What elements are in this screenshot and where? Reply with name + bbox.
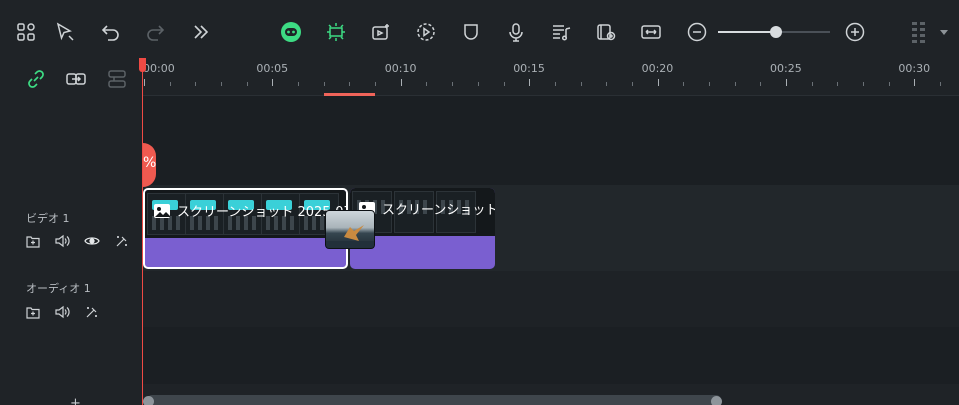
audio-track-lane	[143, 271, 959, 327]
more-chevrons-icon[interactable]	[184, 15, 218, 49]
preview-render-icon[interactable]	[589, 15, 623, 49]
marker-tab[interactable]: %	[143, 143, 156, 187]
audio-track-label: オーディオ 1	[26, 282, 91, 295]
video-track-label: ビデオ 1	[26, 212, 70, 225]
ruler-tick	[426, 82, 427, 86]
volume-icon[interactable]	[52, 231, 72, 251]
speed-ramp-icon[interactable]	[409, 15, 443, 49]
playhead-handle[interactable]	[139, 58, 146, 72]
ruler-tick	[914, 79, 915, 86]
shield-mask-icon[interactable]	[454, 15, 488, 49]
ruler-tick	[555, 82, 556, 86]
volume-icon[interactable]	[52, 302, 72, 322]
link-icon[interactable]	[23, 66, 49, 92]
add-track-button[interactable]: +	[70, 396, 81, 405]
ruler-tick	[195, 82, 196, 86]
clip-title-text: スクリーンショット...	[382, 203, 495, 218]
ruler-tick	[529, 79, 530, 86]
ai-assistant-icon[interactable]	[274, 15, 308, 49]
zoom-out-icon[interactable]	[680, 15, 714, 49]
ruler-time-label: 00:10	[384, 62, 417, 75]
layout-icon[interactable]	[9, 15, 43, 49]
ruler-tick	[221, 82, 222, 86]
ruler-tick	[889, 82, 890, 86]
add-folder-icon[interactable]	[23, 231, 43, 251]
zoom-in-icon[interactable]	[838, 15, 872, 49]
horizontal-scrollbar-thumb[interactable]	[147, 395, 721, 405]
clip-title: スクリーンショット 2025-07	[153, 201, 348, 220]
work-area-range[interactable]	[324, 93, 375, 96]
eye-icon[interactable]	[82, 231, 102, 251]
ai-video-edit-icon[interactable]	[364, 15, 398, 49]
ruler-time-label: 00:30	[898, 62, 931, 75]
ruler-tick	[247, 82, 248, 86]
ruler-time-label: 00:00	[143, 62, 175, 75]
ruler-tick	[837, 82, 838, 86]
ruler-time-label: 00:25	[770, 62, 802, 75]
ruler-time-label: 00:20	[641, 62, 674, 75]
ruler-tick	[812, 82, 813, 86]
add-folder-icon[interactable]	[23, 302, 43, 322]
timeline-ruler[interactable]: 00:00 00:05 00:10 00:15 00:20 00:25 00:30	[143, 58, 959, 96]
marker-label: %	[143, 155, 157, 171]
ruler-tick	[298, 82, 299, 86]
video-clip[interactable]: スクリーンショット 2025-07	[143, 188, 348, 269]
clip-title-text: スクリーンショット 2025-07	[177, 205, 348, 220]
select-arrow-icon[interactable]	[48, 15, 82, 49]
ruler-tick	[632, 82, 633, 86]
ruler-tick	[375, 82, 376, 86]
image-icon	[154, 203, 170, 218]
magic-wand-icon[interactable]	[112, 231, 132, 251]
fit-timeline-icon[interactable]	[634, 15, 668, 49]
ruler-tick	[683, 82, 684, 86]
ruler-tick	[324, 82, 325, 86]
ruler-tick	[709, 82, 710, 86]
ruler-tick	[478, 82, 479, 86]
ruler-tick	[940, 82, 941, 86]
clip-title: スクリーンショット...	[358, 199, 495, 218]
ruler-tick	[863, 82, 864, 86]
ruler-tick	[504, 82, 505, 86]
scrollbar-left-handle[interactable]	[143, 396, 154, 405]
zoom-slider[interactable]	[718, 26, 830, 38]
playhead[interactable]	[142, 58, 143, 405]
auto-reframe-icon[interactable]	[319, 15, 353, 49]
ruler-tick	[606, 82, 607, 86]
ruler-tick	[786, 79, 787, 86]
ruler-tick	[401, 79, 402, 86]
zoom-slider-knob[interactable]	[770, 26, 783, 38]
split-track-icon[interactable]	[104, 66, 130, 92]
ruler-time-label: 00:15	[513, 62, 545, 75]
undo-icon[interactable]	[94, 15, 128, 49]
ruler-tick	[144, 79, 145, 86]
attach-icon[interactable]	[63, 66, 89, 92]
zoom-slider-fill	[718, 31, 777, 33]
redo-icon[interactable]	[138, 15, 172, 49]
track-height-icon[interactable]	[902, 15, 936, 49]
scrollbar-right-handle[interactable]	[711, 396, 722, 405]
ruler-tick	[581, 82, 582, 86]
ruler-tick	[349, 82, 350, 86]
microphone-icon[interactable]	[499, 15, 533, 49]
transition-preview-image	[326, 225, 374, 248]
track-header-column: ビデオ 1 オーディオ 1 +	[0, 58, 143, 405]
ruler-time-label: 00:05	[256, 62, 289, 75]
ruler-tick	[658, 79, 659, 86]
magic-wand-icon[interactable]	[82, 302, 102, 322]
ruler-tick	[452, 82, 453, 86]
timeline-toolbar	[0, 0, 959, 58]
ruler-tick	[272, 79, 273, 86]
ruler-tick	[170, 82, 171, 86]
ruler-tick	[735, 82, 736, 86]
ruler-tick	[760, 82, 761, 86]
audio-sync-icon[interactable]	[544, 15, 578, 49]
track-height-dropdown-icon[interactable]	[932, 15, 956, 49]
transition-thumbnail[interactable]	[325, 210, 375, 249]
